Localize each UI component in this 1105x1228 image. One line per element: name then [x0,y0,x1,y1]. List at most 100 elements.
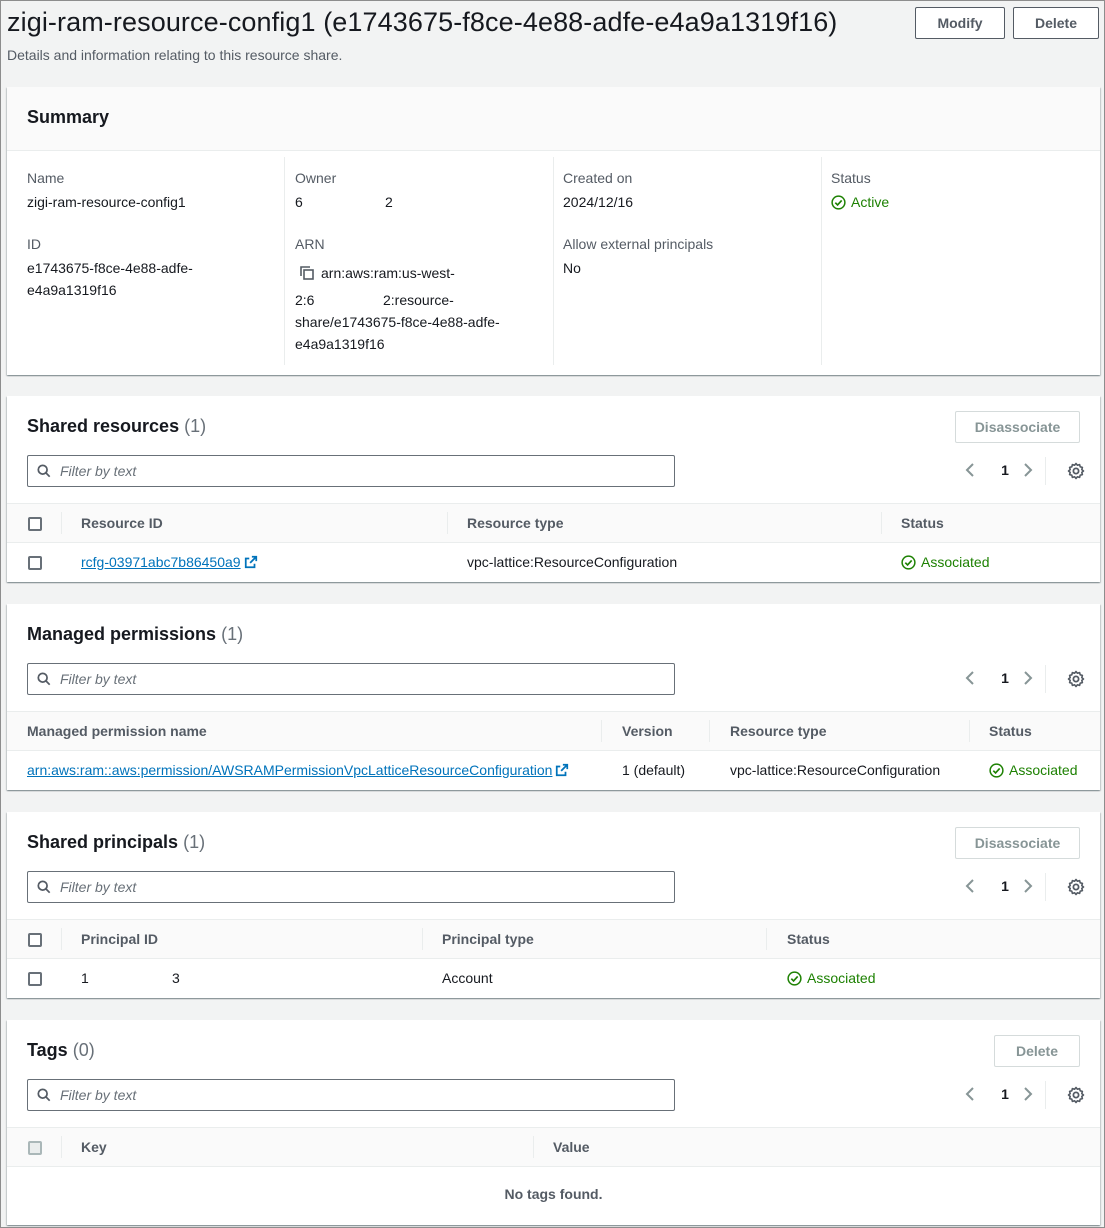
section-title-text: Tags [27,1040,68,1060]
page-number[interactable]: 1 [997,878,1013,894]
col-permission-name[interactable]: Managed permission name [27,723,207,739]
section-title-text: Shared resources [27,416,180,436]
status-text: Associated [1009,762,1078,778]
row-checkbox[interactable] [28,556,42,570]
arn-label: ARN [295,236,325,252]
status-value: Active [831,191,889,213]
permissions-filter-input[interactable] [60,668,660,690]
chevron-left-icon[interactable] [963,462,979,478]
delete-tags-button[interactable]: Delete [994,1035,1080,1067]
check-circle-icon [901,555,916,570]
col-status[interactable]: Status [901,515,944,531]
header-divider [969,720,970,742]
permission-name-link[interactable]: arn:aws:ram::aws:permission/AWSRAMPermis… [27,762,552,778]
section-title-text: Managed permissions [27,624,217,644]
page-number[interactable]: 1 [997,670,1013,686]
status-cell: Associated [989,762,1077,778]
principals-filter[interactable] [27,871,675,903]
owner-value-a: 6 [295,194,303,210]
chevron-right-icon[interactable] [1019,462,1035,478]
principal-id-a: 1 [81,970,89,986]
section-count: (1) [221,624,244,644]
gear-icon[interactable] [1067,670,1085,688]
external-principals-value: No [563,260,581,276]
principals-filter-input[interactable] [60,876,660,898]
col-resource-type[interactable]: Resource type [467,515,563,531]
principals-pagination: 1 [963,871,1103,903]
empty-state-text: No tags found. [504,1186,603,1202]
permissions-table-header: Managed permission name Version Resource… [7,711,1100,751]
external-link-icon[interactable] [244,555,258,569]
table-row: arn:aws:ram::aws:permission/AWSRAMPermis… [7,751,1100,791]
chevron-left-icon[interactable] [963,878,979,894]
disassociate-principals-button[interactable]: Disassociate [955,827,1080,859]
page-description: Details and information relating to this… [7,47,343,63]
status-text: Active [851,194,890,210]
select-all-checkbox[interactable] [28,517,42,531]
pager-divider [1045,457,1046,485]
id-label: ID [27,236,41,252]
select-all-checkbox [28,1141,42,1155]
row-checkbox[interactable] [28,972,42,986]
chevron-right-icon[interactable] [1019,1086,1035,1102]
header-divider [601,720,602,742]
table-row: rcfg-03971abc7b86450a9 vpc-lattice:Resou… [7,543,1100,583]
resource-type-cell: vpc-lattice:ResourceConfiguration [467,554,678,570]
tags-filter[interactable] [27,1079,675,1111]
tags-filter-input[interactable] [60,1084,660,1106]
section-count: (1) [184,416,207,436]
permissions-pagination: 1 [963,663,1103,695]
header-divider [447,512,448,534]
resources-pagination: 1 [963,455,1103,487]
page-header: zigi-ram-resource-config1 (e1743675-f8ce… [1,1,1105,77]
page-number[interactable]: 1 [997,1086,1013,1102]
search-icon [37,880,51,894]
status-text: Associated [921,554,990,570]
col-version[interactable]: Version [622,723,673,739]
chevron-left-icon[interactable] [963,1086,979,1102]
arn-line1: arn:aws:ram:us-west- [321,265,455,281]
created-label: Created on [563,170,633,186]
owner-label: Owner [295,170,337,186]
col-principal-type[interactable]: Principal type [442,931,534,947]
resource-type-cell: vpc-lattice:ResourceConfiguration [730,762,941,778]
external-link-icon[interactable] [555,763,569,777]
shared-principals-panel: Shared principals (1) Disassociate 1 Pri… [7,812,1100,998]
col-value[interactable]: Value [553,1139,590,1155]
arn-line2a: 2:6 [295,292,315,308]
pager-divider [1045,665,1046,693]
chevron-right-icon[interactable] [1019,670,1035,686]
col-key[interactable]: Key [81,1139,107,1155]
copy-icon[interactable] [299,265,315,281]
chevron-left-icon[interactable] [963,670,979,686]
col-resource-type[interactable]: Resource type [730,723,826,739]
delete-share-button[interactable]: Delete [1013,7,1099,39]
resource-id-link[interactable]: rcfg-03971abc7b86450a9 [81,554,241,570]
select-all-checkbox[interactable] [28,933,42,947]
gear-icon[interactable] [1067,878,1085,896]
arn-line3: share/e1743675-f8ce-4e88-adfe- [295,314,500,330]
id-value-line1: e1743675-f8ce-4e88-adfe- [27,260,193,276]
summary-panel: Summary Name zigi-ram-resource-config1 I… [7,87,1100,375]
page-number[interactable]: 1 [997,462,1013,478]
search-icon [37,1088,51,1102]
disassociate-resources-button[interactable]: Disassociate [955,411,1080,443]
tags-panel: Tags (0) Delete 1 Key Value No tags foun… [7,1020,1100,1225]
name-value: zigi-ram-resource-config1 [27,194,186,210]
chevron-right-icon[interactable] [1019,878,1035,894]
search-icon [37,672,51,686]
permissions-filter[interactable] [27,663,675,695]
gear-icon[interactable] [1067,1086,1085,1104]
section-count: (1) [183,832,206,852]
column-divider [821,157,822,365]
col-principal-id[interactable]: Principal ID [81,931,158,947]
resources-filter-input[interactable] [60,460,660,482]
col-status[interactable]: Status [989,723,1032,739]
gear-icon[interactable] [1067,462,1085,480]
modify-button[interactable]: Modify [915,7,1005,39]
col-resource-id[interactable]: Resource ID [81,515,163,531]
status-cell: Associated [787,970,875,986]
resources-filter[interactable] [27,455,675,487]
managed-permissions-title: Managed permissions (1) [27,624,243,645]
col-status[interactable]: Status [787,931,830,947]
